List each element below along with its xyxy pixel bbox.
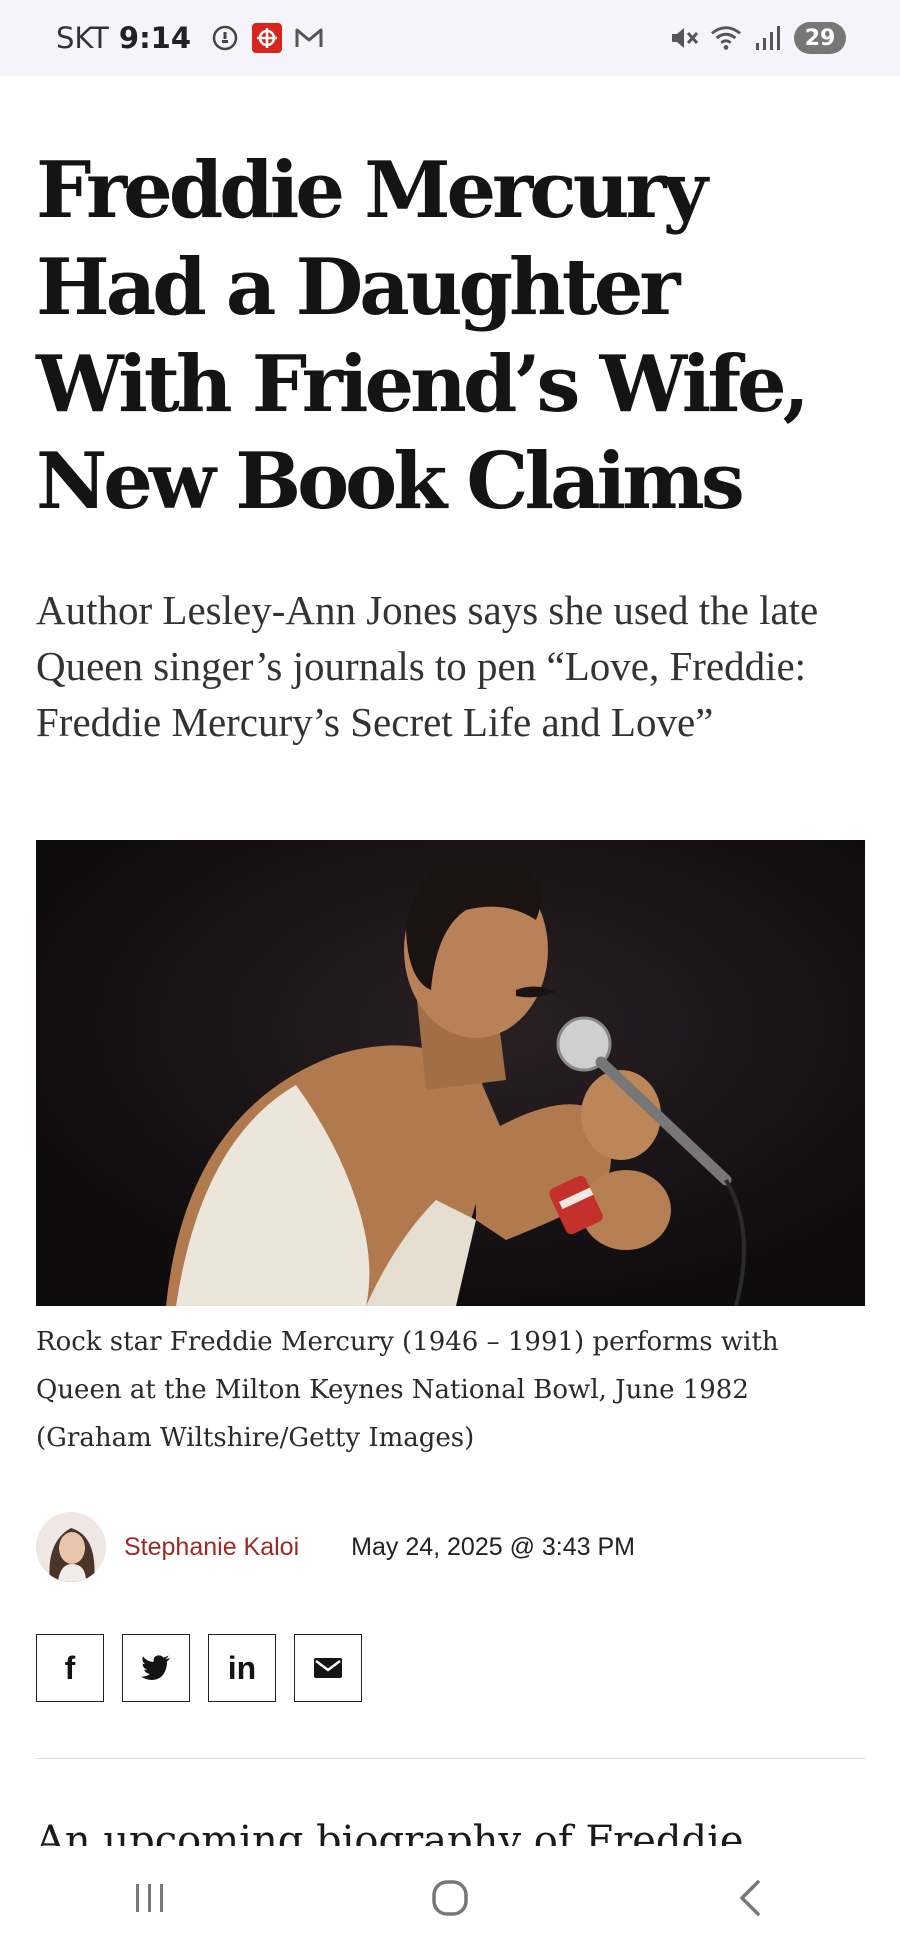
status-bar: SKT 9:14 29 bbox=[0, 0, 900, 76]
share-facebook-button[interactable]: f bbox=[36, 1634, 104, 1702]
recent-apps-icon bbox=[136, 1884, 163, 1912]
twitter-icon bbox=[141, 1655, 170, 1680]
target-app-icon bbox=[251, 22, 283, 54]
byline: Stephanie Kaloi May 24, 2025 @ 3:43 PM bbox=[36, 1512, 866, 1582]
battery-level: 29 bbox=[794, 22, 846, 54]
author-avatar[interactable] bbox=[36, 1512, 106, 1582]
image-caption: Rock star Freddie Mercury (1946 – 1991) … bbox=[36, 1327, 779, 1453]
facebook-icon: f bbox=[64, 1649, 76, 1686]
alarm-icon bbox=[209, 22, 241, 54]
performer-illustration bbox=[36, 840, 865, 1306]
clock: 9:14 bbox=[118, 21, 192, 55]
share-linkedin-button[interactable]: in bbox=[208, 1634, 276, 1702]
linkedin-icon: in bbox=[227, 1649, 257, 1686]
system-nav-bar bbox=[0, 1846, 900, 1950]
home-button[interactable] bbox=[410, 1868, 490, 1928]
share-twitter-button[interactable] bbox=[122, 1634, 190, 1702]
wifi-icon bbox=[710, 22, 742, 54]
article-headline: Freddie Mercury Had a Daughter With Frie… bbox=[36, 145, 810, 527]
back-button[interactable] bbox=[710, 1868, 790, 1928]
gmail-icon bbox=[293, 22, 325, 54]
recent-apps-button[interactable] bbox=[110, 1868, 190, 1928]
section-divider bbox=[36, 1758, 865, 1759]
hero-image[interactable] bbox=[36, 840, 865, 1306]
share-email-button[interactable] bbox=[294, 1634, 362, 1702]
publish-date: May 24, 2025 @ 3:43 PM bbox=[351, 1532, 636, 1561]
home-icon bbox=[432, 1880, 468, 1916]
article-dek: Author Lesley-Ann Jones says she used th… bbox=[36, 587, 819, 745]
email-icon bbox=[314, 1658, 342, 1678]
author-link[interactable]: Stephanie Kaloi bbox=[124, 1533, 299, 1562]
carrier-label: SKT bbox=[56, 21, 109, 55]
mute-icon bbox=[668, 22, 700, 54]
signal-icon bbox=[752, 22, 784, 54]
article-body-first-line: An upcoming biography of Freddie Mercury bbox=[36, 1818, 744, 1850]
back-icon bbox=[740, 1880, 760, 1916]
share-bar: f in bbox=[36, 1634, 362, 1702]
